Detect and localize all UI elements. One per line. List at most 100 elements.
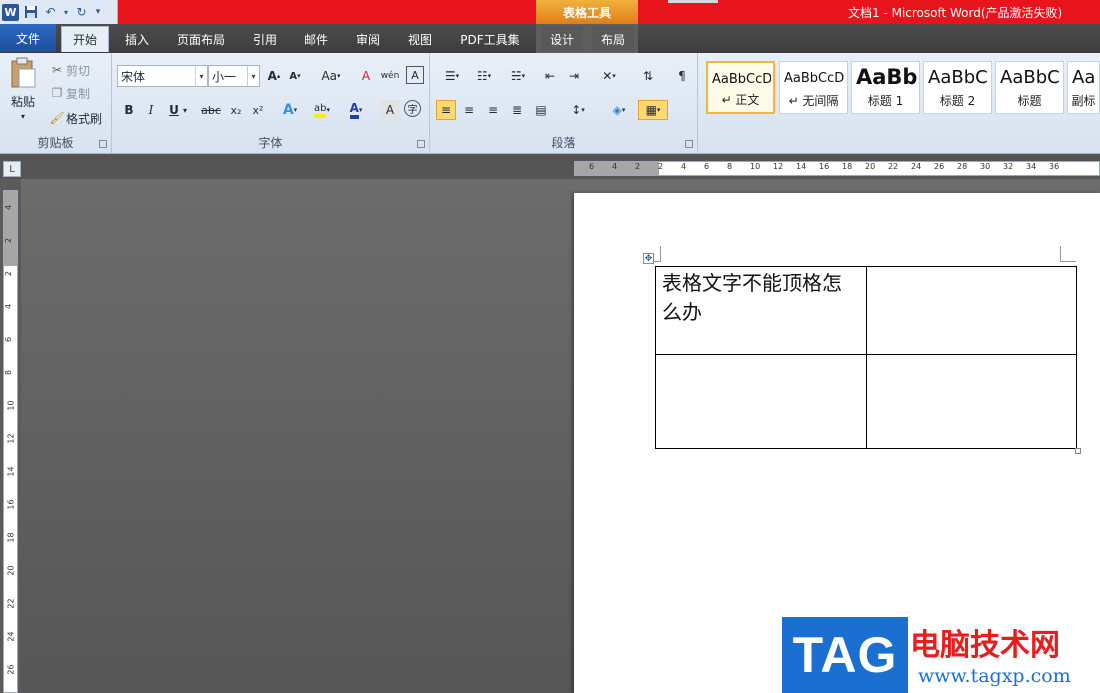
sort-button[interactable]: ⇅ [638,66,658,86]
shrink-font-button[interactable]: A ▾ [285,66,305,86]
clear-format-button[interactable]: A [356,66,376,86]
ruler-number: 2 [635,162,641,171]
style-title[interactable]: AaBbC 标题 [995,61,1064,114]
ruler-number: 4 [4,303,14,310]
undo-icon[interactable]: ↶ [42,4,59,21]
strikethrough-button[interactable]: abc [198,100,224,120]
align-center-button[interactable]: ≡ [459,100,479,120]
word-logo-icon[interactable]: W [2,3,19,21]
tab-review[interactable]: 审阅 [346,26,390,52]
table-cell[interactable] [655,354,867,449]
font-name-combo[interactable]: 宋体 ▾ [117,65,208,87]
borders-button[interactable]: ▦ ▾ [638,100,668,120]
multilevel-list-button[interactable]: ☵ ▾ [504,66,532,86]
ruler-number: 4 [4,204,14,211]
underline-dropdown-icon[interactable]: ▾ [180,100,190,120]
style-heading-1[interactable]: AaBb 标题 1 [851,61,920,114]
decrease-indent-button[interactable]: ⇤ [540,66,560,86]
cut-button[interactable]: ✂ 剪切 [48,61,90,79]
tab-view[interactable]: 视图 [398,26,442,52]
undo-dropdown-icon[interactable]: ▾ [62,4,70,21]
style-no-spacing[interactable]: AaBbCcD ↵ 无间隔 [779,61,848,114]
style-heading-2[interactable]: AaBbC 标题 2 [923,61,992,114]
paste-button[interactable]: 粘贴 ▾ [6,57,40,127]
table-move-handle-icon[interactable]: ✥ [643,253,654,264]
text-effect-button[interactable]: A ▾ [280,100,300,120]
style-normal[interactable]: AaBbCcD ↵ 正文 [706,61,775,114]
tab-table-layout[interactable]: 布局 [592,26,634,52]
bold-button[interactable]: B [119,100,139,120]
clipboard-launcher-icon[interactable] [99,140,107,148]
tab-home[interactable]: 开始 [61,26,109,52]
chevron-down-icon[interactable]: ▾ [247,66,259,86]
vertical-ruler[interactable]: 4 2 2 4 6 8 10 12 14 16 18 20 22 24 26 [3,190,18,693]
clipboard-group: 粘贴 ▾ ✂ 剪切 ❐ 复制 🖌 格式刷 剪贴板 [0,53,112,153]
tab-page-layout[interactable]: 页面布局 [168,26,234,52]
align-right-button[interactable]: ≡ [483,100,503,120]
subscript-button[interactable]: x₂ [226,100,246,120]
grow-font-button[interactable]: A ▴ [264,66,284,86]
table-cell[interactable] [866,266,1077,355]
phonetic-guide-button[interactable]: wén [378,66,402,86]
ruler-top-margin [4,191,17,266]
highlight-button[interactable]: ab ▾ [308,100,336,120]
tab-file[interactable]: 文件 [0,24,56,52]
char-border-button[interactable]: A [406,66,424,84]
tab-mailings[interactable]: 邮件 [294,26,338,52]
char-shading-button[interactable]: A [380,100,400,120]
tab-pdf-tools[interactable]: PDF工具集 [452,26,528,52]
style-name: ↵ 无间隔 [788,94,839,108]
chevron-down-icon[interactable]: ▾ [195,66,207,86]
distribute-button[interactable]: ▤ [531,100,551,120]
ruler-number: 6 [4,336,14,343]
tab-table-design[interactable]: 设计 [541,26,583,52]
tab-insert[interactable]: 插入 [114,26,160,52]
style-name: 标题 2 [939,94,976,108]
table-resize-handle[interactable] [1075,448,1081,454]
highlighter-icon: ab [314,103,327,118]
style-subtitle[interactable]: AaBl 副标 [1067,61,1100,114]
ruler-number: 24 [6,631,16,642]
customize-qat-icon[interactable]: ▾ [93,4,103,21]
justify-button[interactable]: ≣ [507,100,527,120]
chinese-layout-button[interactable]: ✕ ▾ [594,66,624,86]
paint-bucket-icon: ◈ [612,103,622,117]
increase-indent-button[interactable]: ⇥ [564,66,584,86]
superscript-button[interactable]: x² [248,100,268,120]
line-spacing-button[interactable]: ↕ ▾ [564,100,592,120]
title-divider [668,0,718,3]
horizontal-ruler[interactable]: 6 4 2 2 4 6 8 10 12 14 16 18 20 22 24 26 28 30 32 34 36 [574,161,1100,176]
copy-label: 复制 [66,86,91,101]
font-color-button[interactable]: A ▾ [342,100,370,120]
change-case-button[interactable]: Aa ▾ [317,66,345,86]
align-left-button[interactable]: ≡ [436,100,456,120]
font-launcher-icon[interactable] [417,140,425,148]
document-table[interactable]: 表格文字不能顶格怎么办 [655,266,1077,449]
font-size-combo[interactable]: 小一 ▾ [208,65,260,87]
show-marks-button[interactable]: ¶ [672,66,692,86]
style-sample: AaBbCcD [784,71,845,86]
numbered-list-icon: ☷ [476,69,488,83]
table-tools-context-title: 表格工具 [536,0,638,25]
paste-dropdown-icon[interactable]: ▾ [21,112,25,121]
tab-references[interactable]: 引用 [243,26,287,52]
shading-button[interactable]: ◈ ▾ [604,100,634,120]
tab-stop-icon: L [9,163,15,175]
align-center-icon: ≡ [463,103,475,117]
table-cell[interactable] [866,354,1077,449]
style-sample: AaBb [856,65,917,89]
format-painter-button[interactable]: 🖌 格式刷 [48,109,102,127]
table-cell[interactable]: 表格文字不能顶格怎么办 [655,266,867,355]
redo-icon[interactable]: ↻ [73,4,90,21]
paragraph-launcher-icon[interactable] [685,140,693,148]
table-row: 表格文字不能顶格怎么办 [655,266,1077,355]
font-size-value: 小一 [212,69,237,84]
ruler-number: 6 [589,162,595,171]
enclose-char-button[interactable]: 字 [404,100,421,117]
italic-button[interactable]: I [141,100,161,120]
numbering-button[interactable]: ☷ ▾ [470,66,498,86]
tab-selector-button[interactable]: L [3,161,21,177]
copy-button[interactable]: ❐ 复制 [48,84,90,102]
save-icon[interactable] [22,4,39,21]
bullets-button[interactable]: ☰ ▾ [438,66,466,86]
